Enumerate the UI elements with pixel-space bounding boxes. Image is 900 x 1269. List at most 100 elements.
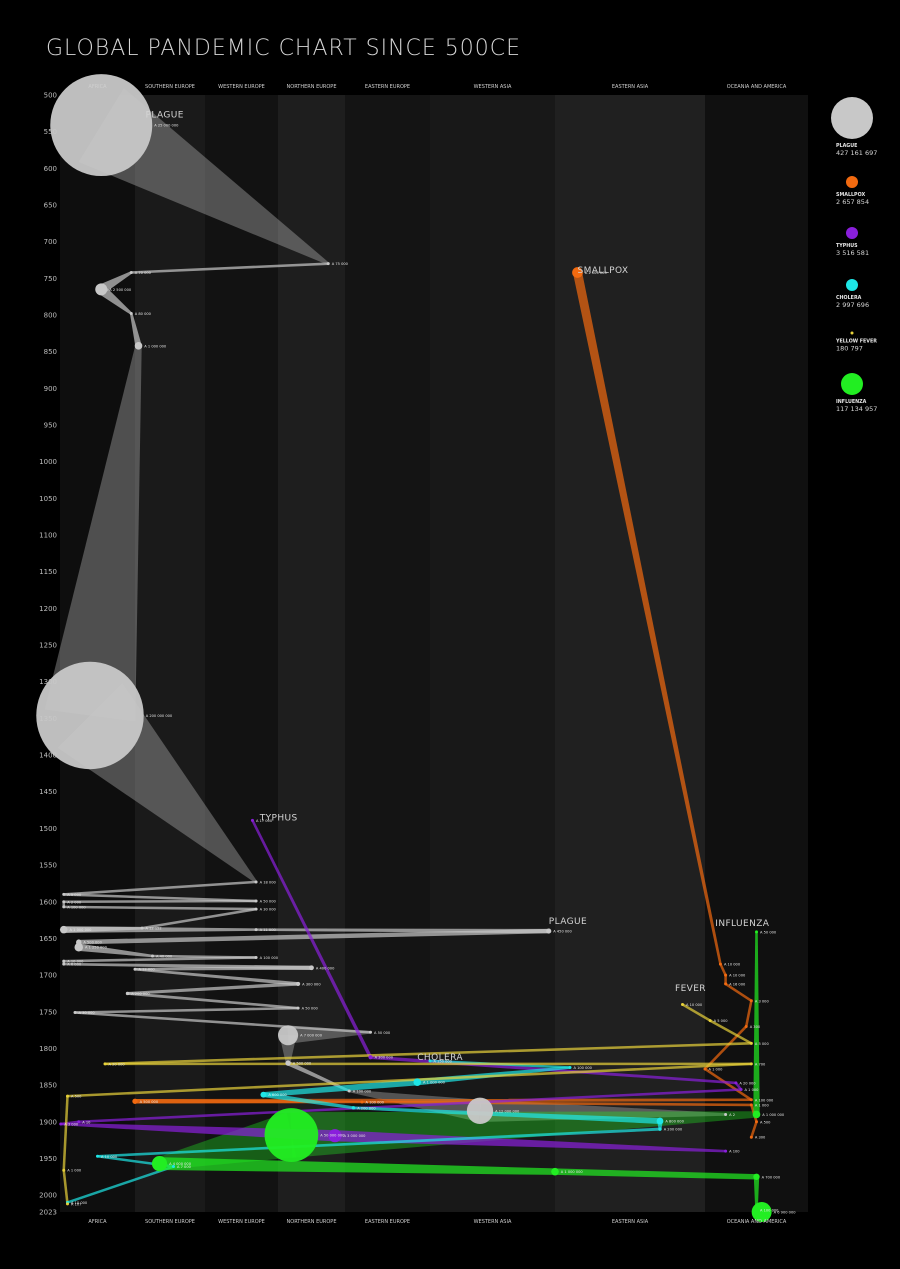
cholera-point [260, 1091, 267, 1098]
plague-point [151, 954, 154, 958]
year-tick-1200: 1200 [39, 605, 57, 613]
region-label-northern-europe: NORTHERN EUROPE [287, 84, 337, 90]
cholera-point-label: A 100 000 [574, 1066, 593, 1070]
year-tick-950: 950 [44, 422, 57, 430]
plague-point [369, 1030, 372, 1034]
plague-point [277, 1025, 299, 1046]
plague-point [73, 1011, 77, 1015]
typhus-point [250, 818, 254, 822]
series-label-plague: PLAGUE [549, 917, 587, 927]
plague-point-label: A 100 000 [67, 905, 86, 909]
plague-point-label: A 400 000 [316, 966, 335, 970]
yellow-fever-point-label: A 20 000 [109, 1062, 126, 1066]
plague-point [347, 1089, 351, 1093]
plague-point [62, 905, 66, 909]
legend-swatch-yellow-fever [850, 331, 854, 335]
yellow-fever-point-label: A 5 000 [714, 1019, 729, 1023]
yellow-fever-point-label: A 1 000 [67, 1169, 82, 1173]
region-label-eastern-asia: EASTERN ASIA [612, 1219, 649, 1225]
cholera-point [96, 1154, 99, 1158]
plague-point [140, 926, 144, 930]
legend-total-smallpox: 2 657 854 [836, 198, 869, 206]
legend-swatch-cholera [846, 279, 858, 291]
cholera-point-label: A 1 000 000 [423, 1081, 446, 1085]
typhus-point [734, 1081, 738, 1085]
plague-point [74, 942, 83, 952]
smallpox-point-label: A 100 000 [366, 1100, 385, 1104]
smallpox-point [749, 1135, 753, 1139]
typhus-point-label: A 300 000 [375, 1056, 394, 1060]
legend-total-influenza: 117 134 957 [836, 405, 877, 413]
year-tick-750: 750 [44, 275, 57, 283]
year-tick-1850: 1850 [39, 1082, 57, 1090]
series-label-smallpox: SMALLPOX [578, 266, 629, 276]
influenza-point-label: A 50 000 000 [320, 1133, 345, 1137]
smallpox-point [360, 1100, 364, 1104]
smallpox-point [132, 1098, 138, 1104]
year-axis: 5005506006507007508008509009501000105011… [39, 92, 57, 1217]
region-label-western-europe: WESTERN EUROPE [218, 1219, 265, 1225]
plague-point-label: A 50 000 [260, 900, 277, 904]
influenza-point [551, 1167, 559, 1176]
cholera-point-label: A 800 000 [665, 1120, 684, 1124]
typhus-point [724, 1149, 728, 1153]
plague-point [724, 1112, 728, 1116]
year-tick-800: 800 [44, 312, 57, 320]
cholera-point-label: A 200 000 [357, 1106, 376, 1110]
smallpox-point [724, 982, 728, 986]
yellow-fever-point-label: A 700 [755, 1062, 766, 1066]
plague-point [326, 262, 330, 266]
typhus-point-label: A 3 000 000 [344, 1134, 367, 1138]
influenza-point [752, 1110, 761, 1119]
region-label-africa: AFRICA [88, 84, 107, 90]
influenza-point [753, 1173, 760, 1180]
plague-point-label: A 500 000 [293, 1062, 312, 1066]
year-tick-900: 900 [44, 385, 57, 393]
cholera-point [658, 1127, 662, 1131]
region-band-western-europe [205, 95, 278, 1212]
influenza-point [151, 1155, 168, 1172]
plague-point-label: A 50 000 [374, 1031, 391, 1035]
legend-swatch-smallpox [846, 176, 858, 188]
smallpox-point [718, 962, 722, 966]
cholera-point [413, 1078, 422, 1086]
year-tick-1550: 1550 [39, 862, 57, 870]
legend-total-plague: 427 161 697 [836, 149, 877, 157]
plague-point-label: A 70 000 [135, 271, 152, 275]
typhus-point-label: A 20 000 [739, 1081, 756, 1085]
yellow-fever-point [66, 1202, 69, 1206]
plague-point-label: A 12 000 000 [495, 1109, 520, 1113]
plague-point [95, 283, 108, 296]
region-label-northern-europe: NORTHERN EUROPE [287, 1219, 337, 1225]
plague-point-label: A 80 000 [135, 312, 152, 316]
plague-point [134, 342, 143, 350]
plague-point-label: A 50 000 [302, 1007, 319, 1011]
region-label-africa: AFRICA [88, 1219, 107, 1225]
plague-point [36, 661, 144, 770]
region-headers-top: AFRICA SOUTHERN EUROPE WESTERN EUROPE NORTH… [88, 84, 786, 90]
series-label-influenza: INFLUENZA [715, 919, 770, 929]
yellow-fever-point [62, 1168, 66, 1172]
region-label-southern-europe: SOUTHERN EUROPE [145, 1219, 195, 1225]
legend-swatch-plague [831, 97, 873, 139]
plague-point-label: A 2 [729, 1113, 735, 1117]
region-label-southern-europe: SOUTHERN EUROPE [145, 84, 195, 90]
smallpox-point [744, 1024, 748, 1028]
series-label-plague: PLAGUE [146, 111, 184, 121]
yellow-fever-point [681, 1002, 684, 1006]
yellow-fever-point [708, 1019, 712, 1023]
plague-point-label: A 500 000 [83, 941, 102, 945]
year-tick-2023: 2023 [39, 1209, 57, 1217]
smallpox-point-label: A 1 000 [755, 1103, 770, 1107]
series-label-fever: FEVER [675, 984, 706, 994]
year-tick-650: 650 [44, 202, 57, 210]
influenza-point [755, 930, 758, 934]
smallpox-point [755, 1120, 758, 1124]
region-band-eastern-europe [345, 95, 430, 1212]
plague-point-label: A 18 000 [260, 880, 277, 884]
plague-point-label: A 1 000 000 [70, 928, 93, 932]
smallpox-point [724, 973, 728, 977]
cholera-point-label: A 200 000 [664, 1128, 683, 1132]
year-tick-700: 700 [44, 238, 57, 246]
smallpox-point-label: A 16 000 [729, 982, 746, 986]
